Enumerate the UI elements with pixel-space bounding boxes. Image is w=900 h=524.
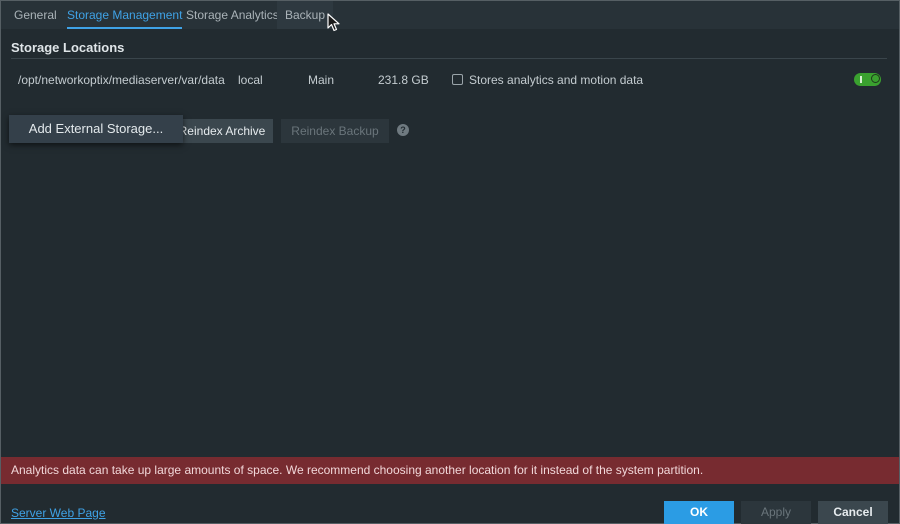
storage-path: /opt/networkoptix/mediaserver/var/data bbox=[18, 73, 225, 87]
reindex-backup-button[interactable]: Reindex Backup bbox=[281, 119, 389, 143]
arrow-cursor-icon bbox=[327, 13, 340, 32]
help-icon[interactable]: ? bbox=[397, 124, 409, 136]
tab-general[interactable]: General bbox=[14, 1, 57, 29]
analytics-checkbox-label: Stores analytics and motion data bbox=[469, 73, 644, 87]
storage-row[interactable]: /opt/networkoptix/mediaserver/var/data l… bbox=[1, 67, 899, 93]
server-web-page-link[interactable]: Server Web Page bbox=[11, 506, 106, 520]
storage-enabled-toggle[interactable] bbox=[854, 73, 881, 86]
toggle-knob bbox=[871, 74, 880, 83]
section-title-storage-locations: Storage Locations bbox=[11, 40, 125, 55]
storage-size: 231.8 GB bbox=[378, 73, 429, 87]
ok-button[interactable]: OK bbox=[664, 501, 734, 524]
apply-button[interactable]: Apply bbox=[741, 501, 811, 524]
analytics-warning-banner: Analytics data can take up large amounts… bbox=[1, 457, 899, 484]
toggle-on-mark bbox=[860, 76, 862, 83]
tab-storage-analytics[interactable]: Storage Analytics bbox=[186, 1, 279, 29]
reindex-archive-button[interactable]: Reindex Archive bbox=[171, 119, 273, 143]
tab-storage-management[interactable]: Storage Management bbox=[67, 1, 183, 29]
cancel-button[interactable]: Cancel bbox=[818, 501, 888, 524]
section-divider bbox=[11, 58, 887, 59]
add-external-storage-button[interactable]: Add External Storage... bbox=[9, 115, 183, 143]
storage-settings-dialog: General Storage Management Storage Analy… bbox=[0, 0, 900, 524]
storage-type: local bbox=[238, 73, 263, 87]
tab-bar: General Storage Management Storage Analy… bbox=[1, 1, 899, 29]
tab-backup[interactable]: Backup bbox=[277, 1, 334, 29]
analytics-checkbox[interactable] bbox=[452, 74, 463, 85]
storage-role: Main bbox=[308, 73, 335, 87]
